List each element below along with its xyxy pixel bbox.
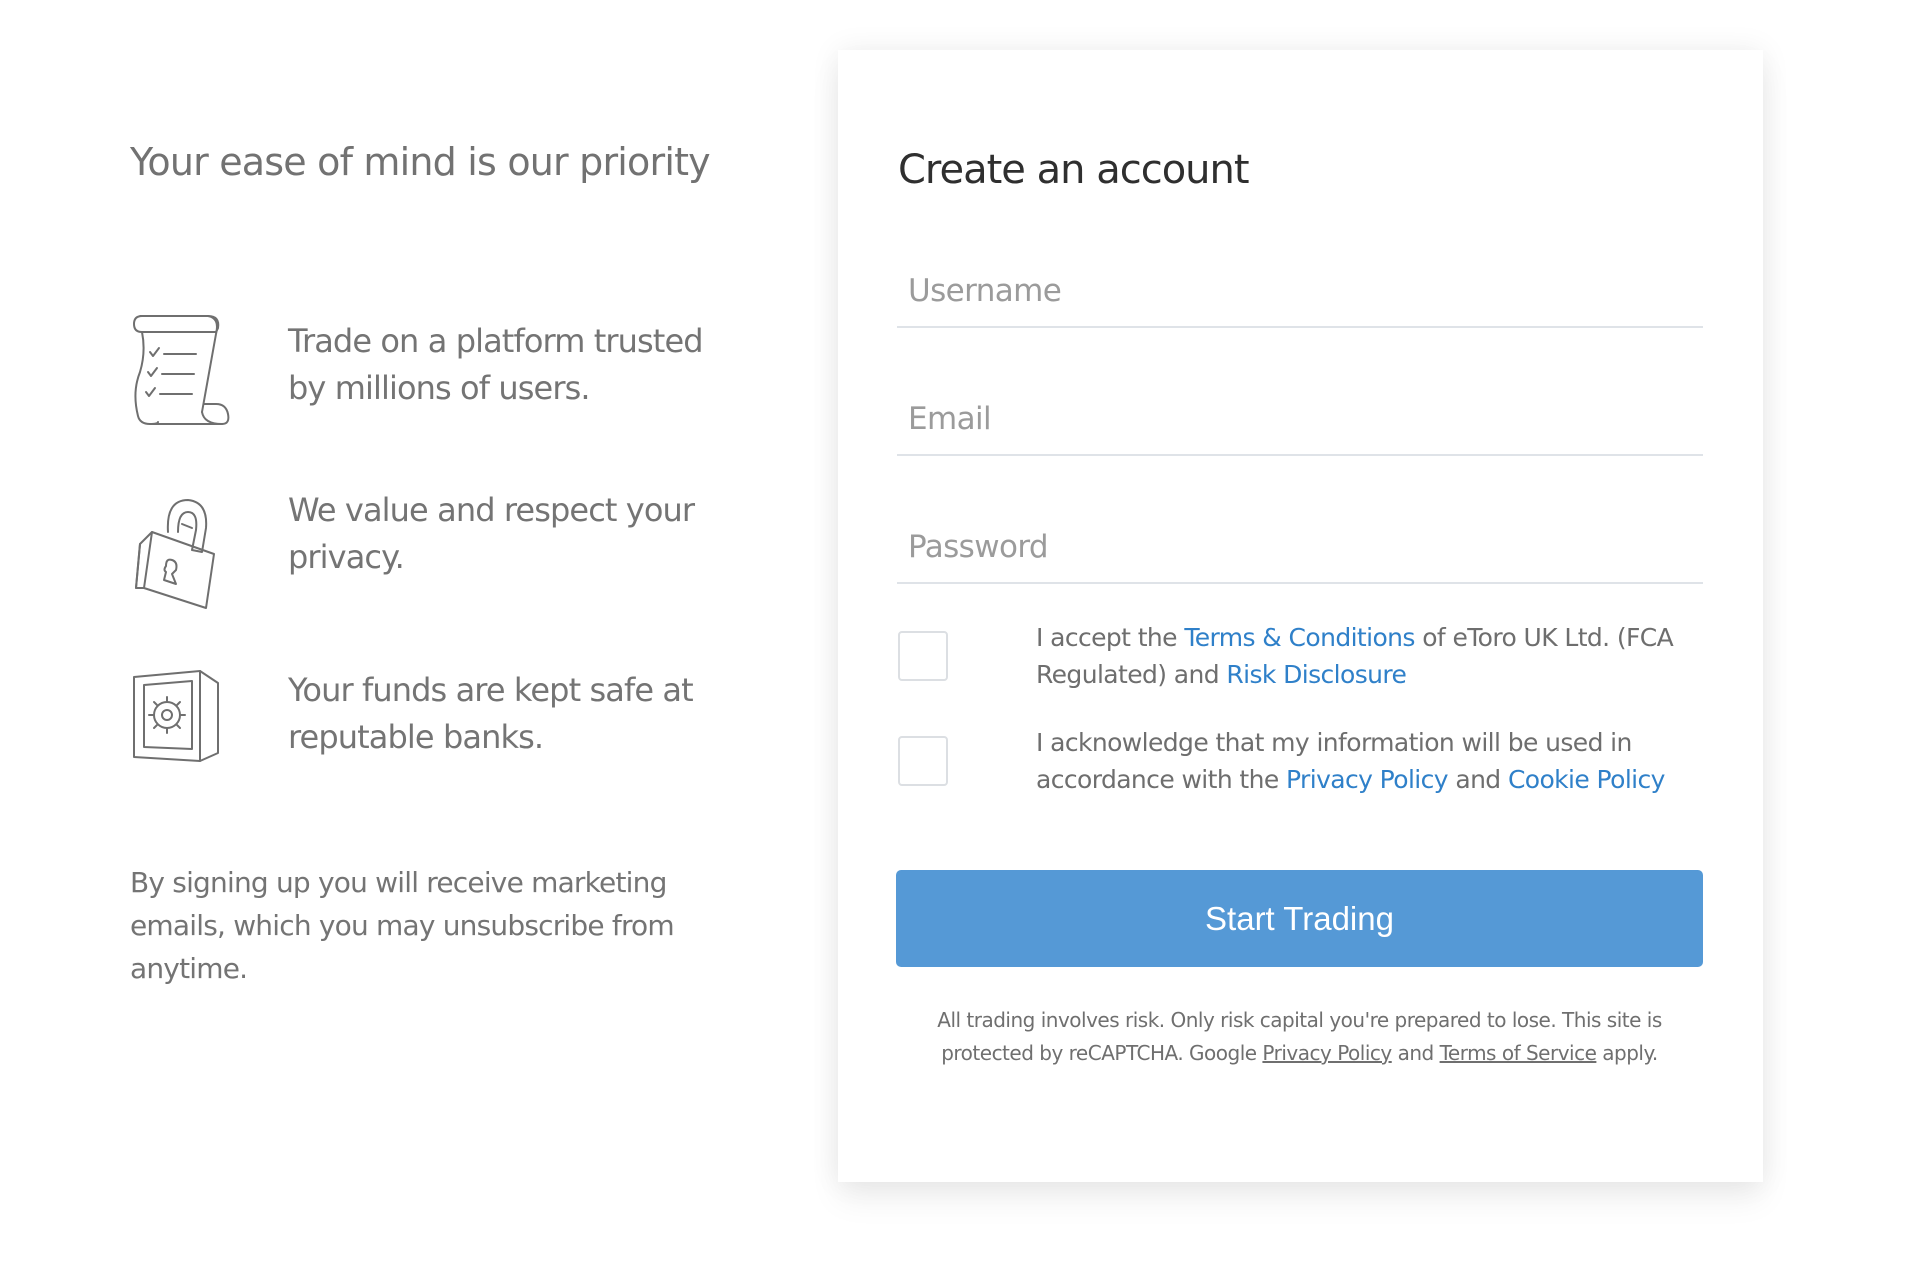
feature-text: Trade on a platform trusted by millions … — [288, 322, 704, 407]
feature-item: Trade on a platform trusted by millions … — [130, 312, 770, 432]
scroll-checklist-icon — [130, 312, 230, 432]
risk-disclaimer: All trading involves risk. Only risk cap… — [896, 1004, 1703, 1070]
privacy-consent-text: I acknowledge that my information will b… — [1036, 724, 1696, 798]
signup-card: Create an account I accept the Terms & C… — [838, 50, 1763, 1182]
feature-text: We value and respect your privacy. — [288, 491, 695, 576]
consent-text: and — [1448, 765, 1508, 794]
cookie-policy-link[interactable]: Cookie Policy — [1508, 765, 1666, 794]
email-input[interactable] — [897, 384, 1703, 454]
password-input[interactable] — [897, 512, 1703, 582]
start-trading-button[interactable]: Start Trading — [896, 870, 1703, 967]
google-terms-of-service-link[interactable]: Terms of Service — [1440, 1041, 1597, 1065]
consent-text: I accept the — [1036, 623, 1185, 652]
google-privacy-policy-link[interactable]: Privacy Policy — [1262, 1041, 1392, 1065]
feature-text: Your funds are kept safe at reputable ba… — [288, 671, 694, 756]
disclaimer-text: and — [1391, 1041, 1440, 1065]
disclaimer-text: apply. — [1596, 1041, 1658, 1065]
benefits-title: Your ease of mind is our priority — [130, 140, 711, 184]
benefits-panel: Your ease of mind is our priority Trade … — [0, 0, 800, 1281]
padlock-icon — [130, 488, 230, 609]
feature-item: We value and respect your privacy. — [130, 488, 770, 609]
risk-disclosure-link[interactable]: Risk Disclosure — [1226, 660, 1407, 689]
terms-checkbox[interactable] — [898, 631, 948, 681]
password-field-wrapper — [897, 512, 1703, 584]
feature-item: Your funds are kept safe at reputable ba… — [130, 665, 770, 785]
safe-icon — [130, 665, 230, 785]
terms-conditions-link[interactable]: Terms & Conditions — [1184, 623, 1415, 652]
username-input[interactable] — [897, 256, 1703, 326]
terms-consent-text: I accept the Terms & Conditions of eToro… — [1036, 619, 1696, 693]
privacy-policy-link[interactable]: Privacy Policy — [1286, 765, 1449, 794]
username-field-wrapper — [897, 256, 1703, 328]
privacy-checkbox[interactable] — [898, 736, 948, 786]
marketing-note: By signing up you will receive marketing… — [130, 866, 675, 985]
form-title: Create an account — [898, 147, 1250, 193]
email-field-wrapper — [897, 384, 1703, 456]
